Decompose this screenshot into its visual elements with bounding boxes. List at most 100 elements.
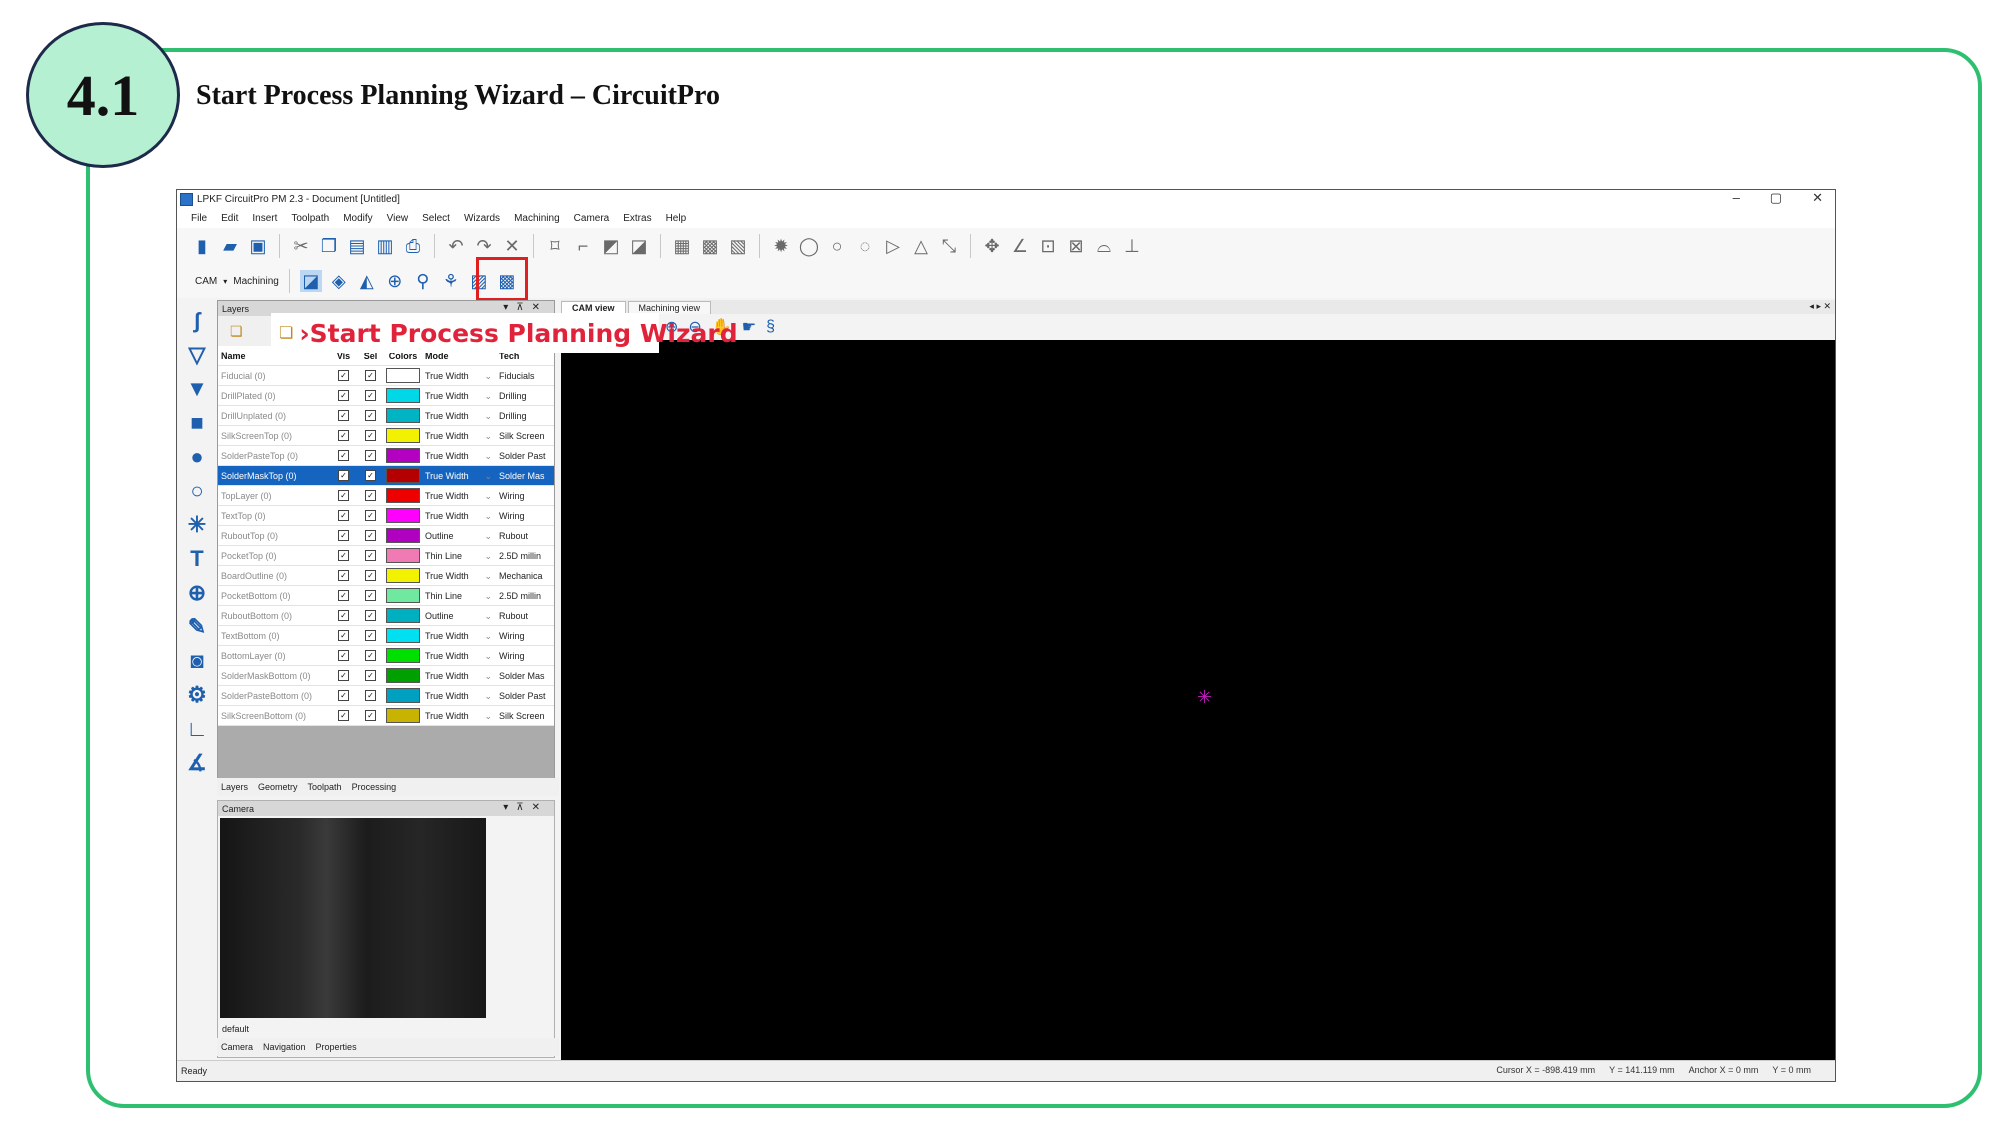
selectable-checkbox[interactable]: ✓ (357, 470, 384, 481)
triangle-icon[interactable]: △ (910, 235, 932, 257)
layer-color-swatch[interactable] (384, 368, 422, 383)
layer-color-swatch[interactable] (384, 708, 422, 723)
layer-color-swatch[interactable] (384, 508, 422, 523)
group-icon[interactable]: ▧ (727, 235, 749, 257)
menu-machining[interactable]: Machining (514, 213, 560, 224)
layer-color-swatch[interactable] (384, 588, 422, 603)
asterisk-icon[interactable]: ✳ (184, 512, 210, 538)
tool-magazine-icon[interactable]: ⚘ (440, 270, 462, 292)
visible-checkbox[interactable]: ✓ (330, 550, 357, 561)
layer-color-swatch[interactable] (384, 468, 422, 483)
selectable-checkbox[interactable]: ✓ (357, 690, 384, 701)
tab-camera[interactable]: Camera (221, 1042, 253, 1052)
layer-config-icon[interactable]: ◈ (328, 270, 350, 292)
panel-controls[interactable]: ▾⊼✕ (503, 302, 548, 313)
mirror-left-icon[interactable]: ◩ (600, 235, 622, 257)
mirror-right-icon[interactable]: ◪ (628, 235, 650, 257)
rotate-cw-icon[interactable]: ◌ (854, 235, 876, 257)
undo-icon[interactable]: ↶ (445, 235, 467, 257)
layer-row[interactable]: SolderMaskBottom (0) ✓ ✓ True Width ⌄ Solder … (218, 666, 554, 686)
layer-mode-select[interactable]: True Width ⌄ (422, 711, 496, 721)
layer-mode-select[interactable]: True Width ⌄ (422, 691, 496, 701)
tab-navigation[interactable]: Navigation (263, 1042, 306, 1052)
visible-checkbox[interactable]: ✓ (330, 530, 357, 541)
tool-library-icon[interactable]: ⚲ (412, 270, 434, 292)
arc-icon[interactable]: ⌓ (1093, 235, 1115, 257)
visible-checkbox[interactable]: ✓ (330, 710, 357, 721)
print-icon[interactable]: ⎙ (402, 235, 424, 257)
tab-properties[interactable]: Properties (316, 1042, 357, 1052)
layer-color-swatch[interactable] (384, 648, 422, 663)
tab-processing[interactable]: Processing (352, 782, 397, 792)
selectable-checkbox[interactable]: ✓ (357, 550, 384, 561)
layer-mode-select[interactable]: True Width ⌄ (422, 471, 496, 481)
layer-row[interactable]: Fiducial (0) ✓ ✓ True Width ⌄ Fiducials (218, 366, 554, 386)
layer-row[interactable]: SilkScreenBottom (0) ✓ ✓ True Width ⌄ Silk Sc… (218, 706, 554, 726)
snap-icon[interactable]: § (766, 318, 775, 336)
explode-icon[interactable]: ✹ (770, 235, 792, 257)
select-icon[interactable]: ⌑ (544, 235, 566, 257)
new-document-icon[interactable]: ▮ (191, 235, 213, 257)
visible-checkbox[interactable]: ✓ (330, 450, 357, 461)
scale-icon[interactable]: ⤡ (938, 235, 960, 257)
line-icon[interactable]: ∠ (1009, 235, 1031, 257)
layer-row[interactable]: RuboutBottom (0) ✓ ✓ Outline ⌄ Rubout (218, 606, 554, 626)
layer-color-swatch[interactable] (384, 628, 422, 643)
minimize-button[interactable]: – (1733, 190, 1740, 206)
layer-mode-select[interactable]: Thin Line ⌄ (422, 551, 496, 561)
copy-icon[interactable]: ❐ (318, 235, 340, 257)
selectable-checkbox[interactable]: ✓ (357, 510, 384, 521)
filled-circle-icon[interactable]: ● (184, 444, 210, 470)
layer-color-swatch[interactable] (384, 488, 422, 503)
visible-checkbox[interactable]: ✓ (330, 370, 357, 381)
layer-mode-select[interactable]: True Width ⌄ (422, 631, 496, 641)
visible-checkbox[interactable]: ✓ (330, 470, 357, 481)
menu-extras[interactable]: Extras (623, 213, 651, 224)
distribute-icon[interactable]: ▩ (699, 235, 721, 257)
selectable-checkbox[interactable]: ✓ (357, 410, 384, 421)
visible-checkbox[interactable]: ✓ (330, 690, 357, 701)
drill-icon[interactable]: ⚙ (184, 682, 210, 708)
selectable-checkbox[interactable]: ✓ (357, 610, 384, 621)
visible-checkbox[interactable]: ✓ (330, 490, 357, 501)
layer-mode-select[interactable]: True Width ⌄ (422, 411, 496, 421)
layer-color-swatch[interactable] (384, 528, 422, 543)
layer-row[interactable]: PocketTop (0) ✓ ✓ Thin Line ⌄ 2.5D millin (218, 546, 554, 566)
rectangle-icon[interactable]: ■ (184, 410, 210, 436)
visible-checkbox[interactable]: ✓ (330, 670, 357, 681)
layer-row[interactable]: SolderPasteBottom (0) ✓ ✓ True Width ⌄ Solder… (218, 686, 554, 706)
text-icon[interactable]: T (184, 546, 210, 572)
layer-mode-select[interactable]: True Width ⌄ (422, 651, 496, 661)
visible-checkbox[interactable]: ✓ (330, 650, 357, 661)
selectable-checkbox[interactable]: ✓ (357, 450, 384, 461)
align-icon[interactable]: ▦ (671, 235, 693, 257)
circle-outline-icon[interactable]: ○ (184, 478, 210, 504)
visible-checkbox[interactable]: ✓ (330, 570, 357, 581)
layer-row[interactable]: TextTop (0) ✓ ✓ True Width ⌄ Wiring (218, 506, 554, 526)
selectable-checkbox[interactable]: ✓ (357, 710, 384, 721)
fiducial-icon[interactable]: ⊕ (384, 270, 406, 292)
selectable-checkbox[interactable]: ✓ (357, 670, 384, 681)
layer-row[interactable]: DrillUnplated (0) ✓ ✓ True Width ⌄ Drilling (218, 406, 554, 426)
circle-icon[interactable]: ○ (826, 235, 848, 257)
camera-snap-icon[interactable]: ◙ (184, 648, 210, 674)
layer-color-swatch[interactable] (384, 668, 422, 683)
layer-row[interactable]: BoardOutline (0) ✓ ✓ True Width ⌄ Mechanica (218, 566, 554, 586)
layer-color-swatch[interactable] (384, 608, 422, 623)
menu-wizards[interactable]: Wizards (464, 213, 500, 224)
new-layer-icon[interactable]: ❏ (230, 323, 243, 340)
delete-icon[interactable]: ✕ (501, 235, 523, 257)
cam-view-canvas[interactable]: ✳ (561, 340, 1835, 1062)
layer-row[interactable]: DrillPlated (0) ✓ ✓ True Width ⌄ Drilling (218, 386, 554, 406)
layer-mode-select[interactable]: True Width ⌄ (422, 511, 496, 521)
layer-mode-select[interactable]: True Width ⌄ (422, 391, 496, 401)
open-folder-icon[interactable]: ▰ (219, 235, 241, 257)
maximize-button[interactable]: ▢ (1770, 190, 1782, 206)
layer-color-swatch[interactable] (384, 428, 422, 443)
menu-insert[interactable]: Insert (252, 213, 277, 224)
layer-color-swatch[interactable] (384, 688, 422, 703)
angle-45-icon[interactable]: ∡ (184, 750, 210, 776)
dimension-icon[interactable]: ⊠ (1065, 235, 1087, 257)
pen-icon[interactable]: ✎ (184, 614, 210, 640)
cut-icon[interactable]: ✂ (290, 235, 312, 257)
